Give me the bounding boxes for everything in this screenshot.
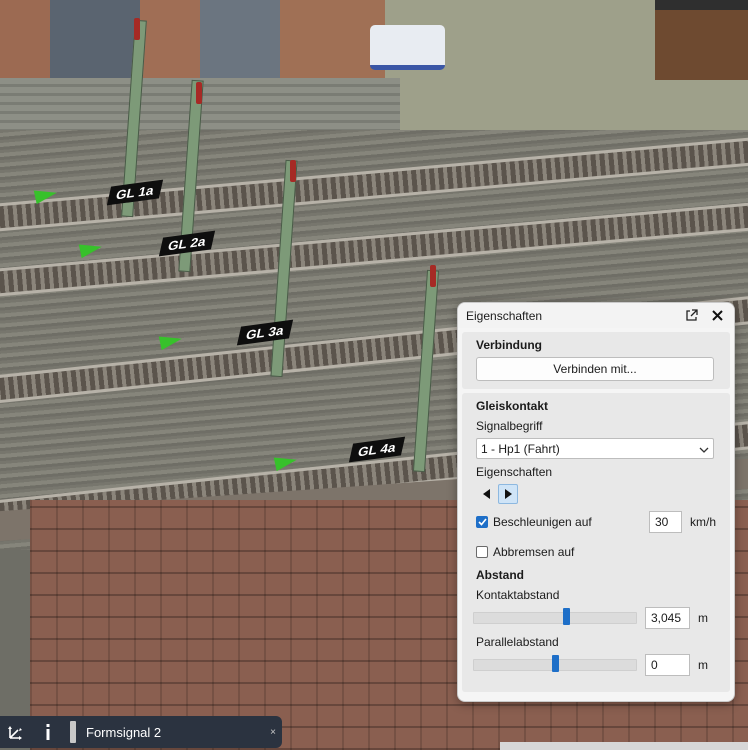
status-strip	[500, 742, 748, 750]
arrow-right-icon[interactable]	[498, 484, 518, 504]
parallel-distance-slider[interactable]	[473, 655, 637, 672]
signal-label: Signalbegriff	[476, 419, 543, 433]
signal-arm-4	[430, 265, 436, 287]
arrow-left-icon[interactable]	[476, 484, 496, 504]
contact-distance-thumb[interactable]	[563, 608, 571, 625]
accelerate-speed-input[interactable]: 30	[648, 511, 682, 533]
property-stepper	[476, 484, 716, 504]
accelerate-checkbox[interactable]	[476, 516, 488, 528]
contact-section: Gleiskontakt Signalbegriff 1 - Hp1 (Fahr…	[462, 393, 730, 692]
brake-row: Abbremsen auf	[476, 540, 716, 564]
brake-checkbox[interactable]	[476, 546, 488, 558]
signal-select-value: 1 - Hp1 (Fahrt)	[481, 441, 560, 456]
connect-button[interactable]: Verbinden mit...	[476, 357, 714, 381]
parallel-distance-label: Parallelabstand	[476, 635, 559, 649]
info-icon[interactable]	[32, 724, 64, 740]
parallel-distance-input[interactable]: 0	[645, 654, 690, 676]
accelerate-unit: km/h	[689, 515, 716, 529]
panel-header: Eigenschaften	[458, 303, 734, 328]
signal-cabin	[655, 0, 748, 80]
properties-panel: Eigenschaften Verbindung Verbinden mit..…	[457, 302, 735, 702]
signal-arm-3	[290, 160, 296, 182]
parallel-distance-thumb[interactable]	[552, 655, 559, 672]
contact-heading: Gleiskontakt	[476, 399, 549, 413]
close-icon[interactable]	[708, 307, 726, 325]
properties-label: Eigenschaften	[476, 465, 553, 479]
parallel-distance-row: 0 m	[473, 654, 716, 676]
connection-heading: Verbindung	[476, 338, 542, 352]
accelerate-row: Beschleunigen auf 30 km/h	[476, 510, 716, 534]
police-van	[370, 25, 445, 70]
signal-select[interactable]: 1 - Hp1 (Fahrt)	[476, 438, 714, 459]
contact-distance-label: Kontaktabstand	[476, 588, 560, 602]
toolbar-separator	[70, 721, 76, 743]
contact-distance-slider[interactable]	[473, 608, 637, 625]
contact-distance-unit: m	[698, 611, 708, 625]
contact-distance-input[interactable]: 3,045	[645, 607, 690, 629]
brake-label: Abbremsen auf	[493, 545, 575, 559]
parallel-distance-unit: m	[698, 658, 708, 672]
panel-title: Eigenschaften	[466, 308, 543, 323]
signal-arm-2	[196, 82, 202, 104]
popout-icon[interactable]	[682, 307, 700, 325]
move-axes-icon[interactable]	[0, 723, 32, 741]
object-toolbar: Formsignal 2 ×	[0, 716, 282, 748]
contact-distance-row: 3,045 m	[473, 607, 716, 629]
chevron-down-icon	[699, 442, 709, 456]
selected-object-name: Formsignal 2	[86, 724, 162, 740]
accelerate-label: Beschleunigen auf	[493, 515, 592, 529]
connection-section: Verbindung Verbinden mit...	[462, 332, 730, 389]
distance-heading: Abstand	[476, 568, 524, 582]
deselect-close-icon[interactable]: ×	[264, 727, 282, 738]
signal-arm-1	[134, 18, 140, 40]
